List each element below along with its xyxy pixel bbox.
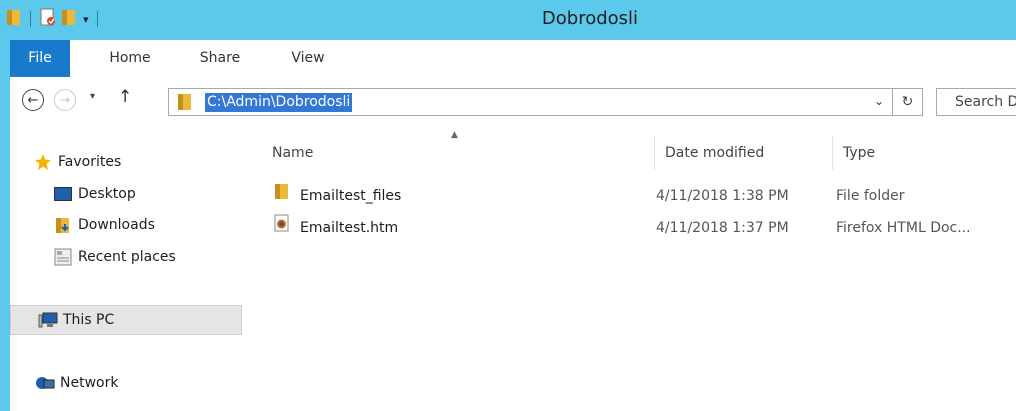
window-title: Dobrodosli [541,8,639,29]
file-date: 4/11/2018 1:37 PM [656,220,789,236]
refresh-icon: ↻ [901,94,914,110]
nav-item-label: This PC [63,312,115,328]
recent-places-icon [52,248,74,266]
ribbon-tabs: File Home Share View [10,40,1016,77]
desktop-icon [52,185,74,203]
file-type: Firefox HTML Doc... [836,220,971,236]
nav-item-label: Recent places [78,249,176,265]
column-header-name[interactable]: Name [262,136,654,170]
address-bar[interactable]: C:\Admin\Dobrodosli ⌄ [168,88,893,116]
tab-view[interactable]: View [278,40,338,77]
navigation-pane: Favorites Desktop Downloads Recent place… [10,125,242,411]
file-name-cell: Emailtest_files [274,181,401,211]
forward-arrow-icon: → [59,92,71,108]
address-dropdown-icon[interactable]: ⌄ [874,94,884,108]
nav-item-favorites[interactable]: Favorites [32,147,242,177]
folder-icon [274,181,290,211]
nav-item-label: Desktop [78,186,136,202]
tab-share[interactable]: Share [190,40,250,77]
file-name: Emailtest.htm [300,220,399,236]
nav-item-network[interactable]: Network [34,368,242,398]
file-name-cell: Emailtest.htm [274,213,398,243]
star-icon [32,153,54,171]
recent-locations-dropdown[interactable]: ▾ [90,91,95,102]
tab-home[interactable]: Home [100,40,160,77]
main-area: Favorites Desktop Downloads Recent place… [10,125,1016,411]
firefox-document-icon [274,213,290,243]
nav-item-recent-places[interactable]: Recent places [52,242,242,272]
nav-item-label: Network [60,375,119,391]
explorer-window: ▾ Dobrodosli File Home Share View ← → ▾ … [0,0,1016,411]
title-bar: ▾ Dobrodosli [0,0,1016,40]
forward-button[interactable]: → [54,89,76,111]
back-arrow-icon: ← [27,92,39,108]
nav-item-desktop[interactable]: Desktop [52,179,242,209]
downloads-folder-icon [52,216,74,234]
nav-item-downloads[interactable]: Downloads [52,210,242,240]
file-date: 4/11/2018 1:38 PM [656,188,789,204]
column-header-date[interactable]: Date modified [655,136,832,170]
refresh-button[interactable]: ↻ [893,88,923,116]
folder-icon [177,93,195,111]
file-type: File folder [836,188,905,204]
table-row[interactable]: Emailtest.htm 4/11/2018 1:37 PM Firefox … [260,213,1016,243]
nav-item-label: Favorites [58,154,122,170]
file-list: ▲ Name Date modified Type Emailtest_file… [242,125,1016,411]
nav-item-this-pc[interactable]: This PC [10,305,242,335]
address-row: ← → ▾ ↑ C:\Admin\Dobrodosli ⌄ ↻ Search D [10,77,1016,125]
back-button[interactable]: ← [22,89,44,111]
up-arrow-icon: ↑ [118,87,133,107]
search-input[interactable]: Search D [936,88,1016,116]
network-icon [34,374,56,392]
nav-item-label: Downloads [78,217,155,233]
address-path[interactable]: C:\Admin\Dobrodosli [205,93,353,112]
up-button[interactable]: ↑ [118,87,132,107]
column-header-type[interactable]: Type [833,136,1016,170]
table-row[interactable]: Emailtest_files 4/11/2018 1:38 PM File f… [260,181,1016,211]
computer-icon [37,311,59,329]
file-name: Emailtest_files [300,188,402,204]
tab-file[interactable]: File [10,40,70,77]
